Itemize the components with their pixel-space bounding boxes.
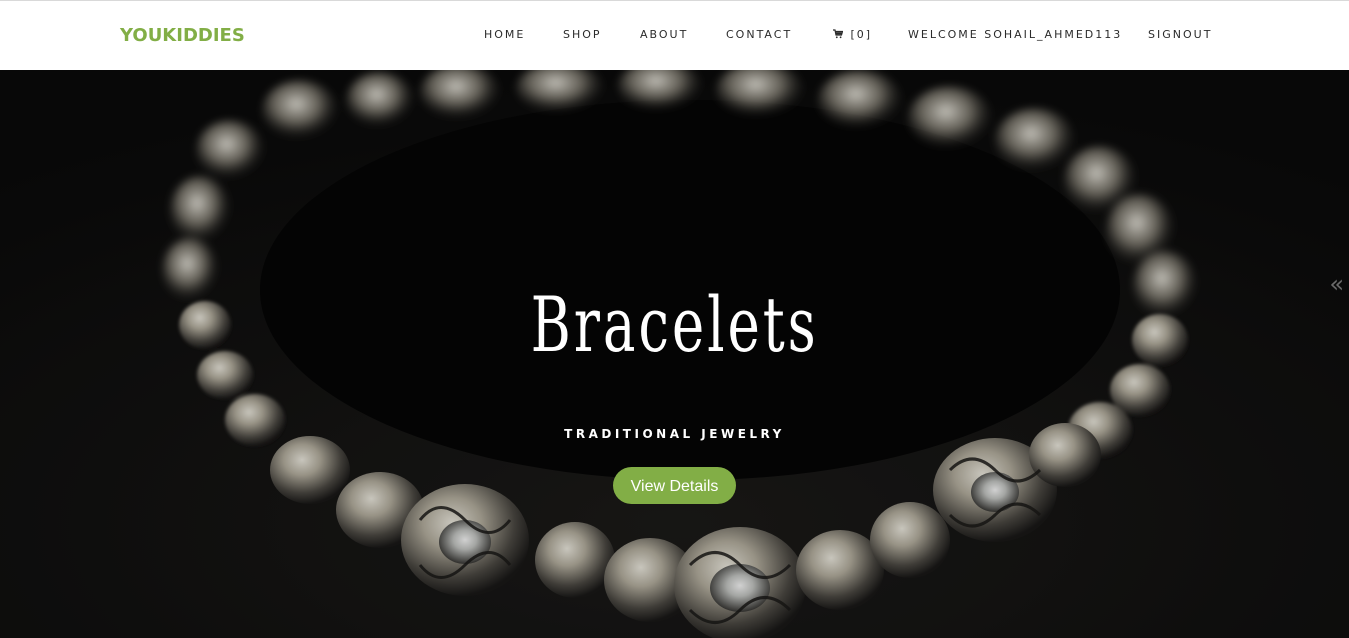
cart-icon bbox=[833, 28, 849, 41]
carousel-prev-arrow-icon[interactable]: « bbox=[1329, 270, 1344, 298]
cart-count: [0] bbox=[850, 28, 873, 41]
view-details-button[interactable]: View Details bbox=[613, 467, 736, 504]
page: YOUKIDDIES HOME SHOP ABOUT CONTACT [0] W… bbox=[0, 0, 1349, 638]
hero-title: Bracelets bbox=[530, 280, 819, 369]
nav-welcome-user[interactable]: WELCOME SOHAIL_AHMED113 bbox=[908, 28, 1122, 41]
hero-slider: Bracelets TRADITIONAL JEWELRY View Detai… bbox=[0, 70, 1349, 638]
nav-about[interactable]: ABOUT bbox=[640, 28, 688, 41]
nav-home[interactable]: HOME bbox=[484, 28, 525, 41]
nav-cart[interactable]: [0] bbox=[833, 28, 872, 41]
nav-contact[interactable]: CONTACT bbox=[726, 28, 792, 41]
nav-signout[interactable]: SIGNOUT bbox=[1148, 28, 1212, 41]
hero-subtitle: TRADITIONAL JEWELRY bbox=[564, 427, 785, 441]
nav-shop[interactable]: SHOP bbox=[563, 28, 602, 41]
brand-logo[interactable]: YOUKIDDIES bbox=[120, 25, 245, 46]
top-navbar: YOUKIDDIES HOME SHOP ABOUT CONTACT [0] W… bbox=[0, 0, 1349, 70]
